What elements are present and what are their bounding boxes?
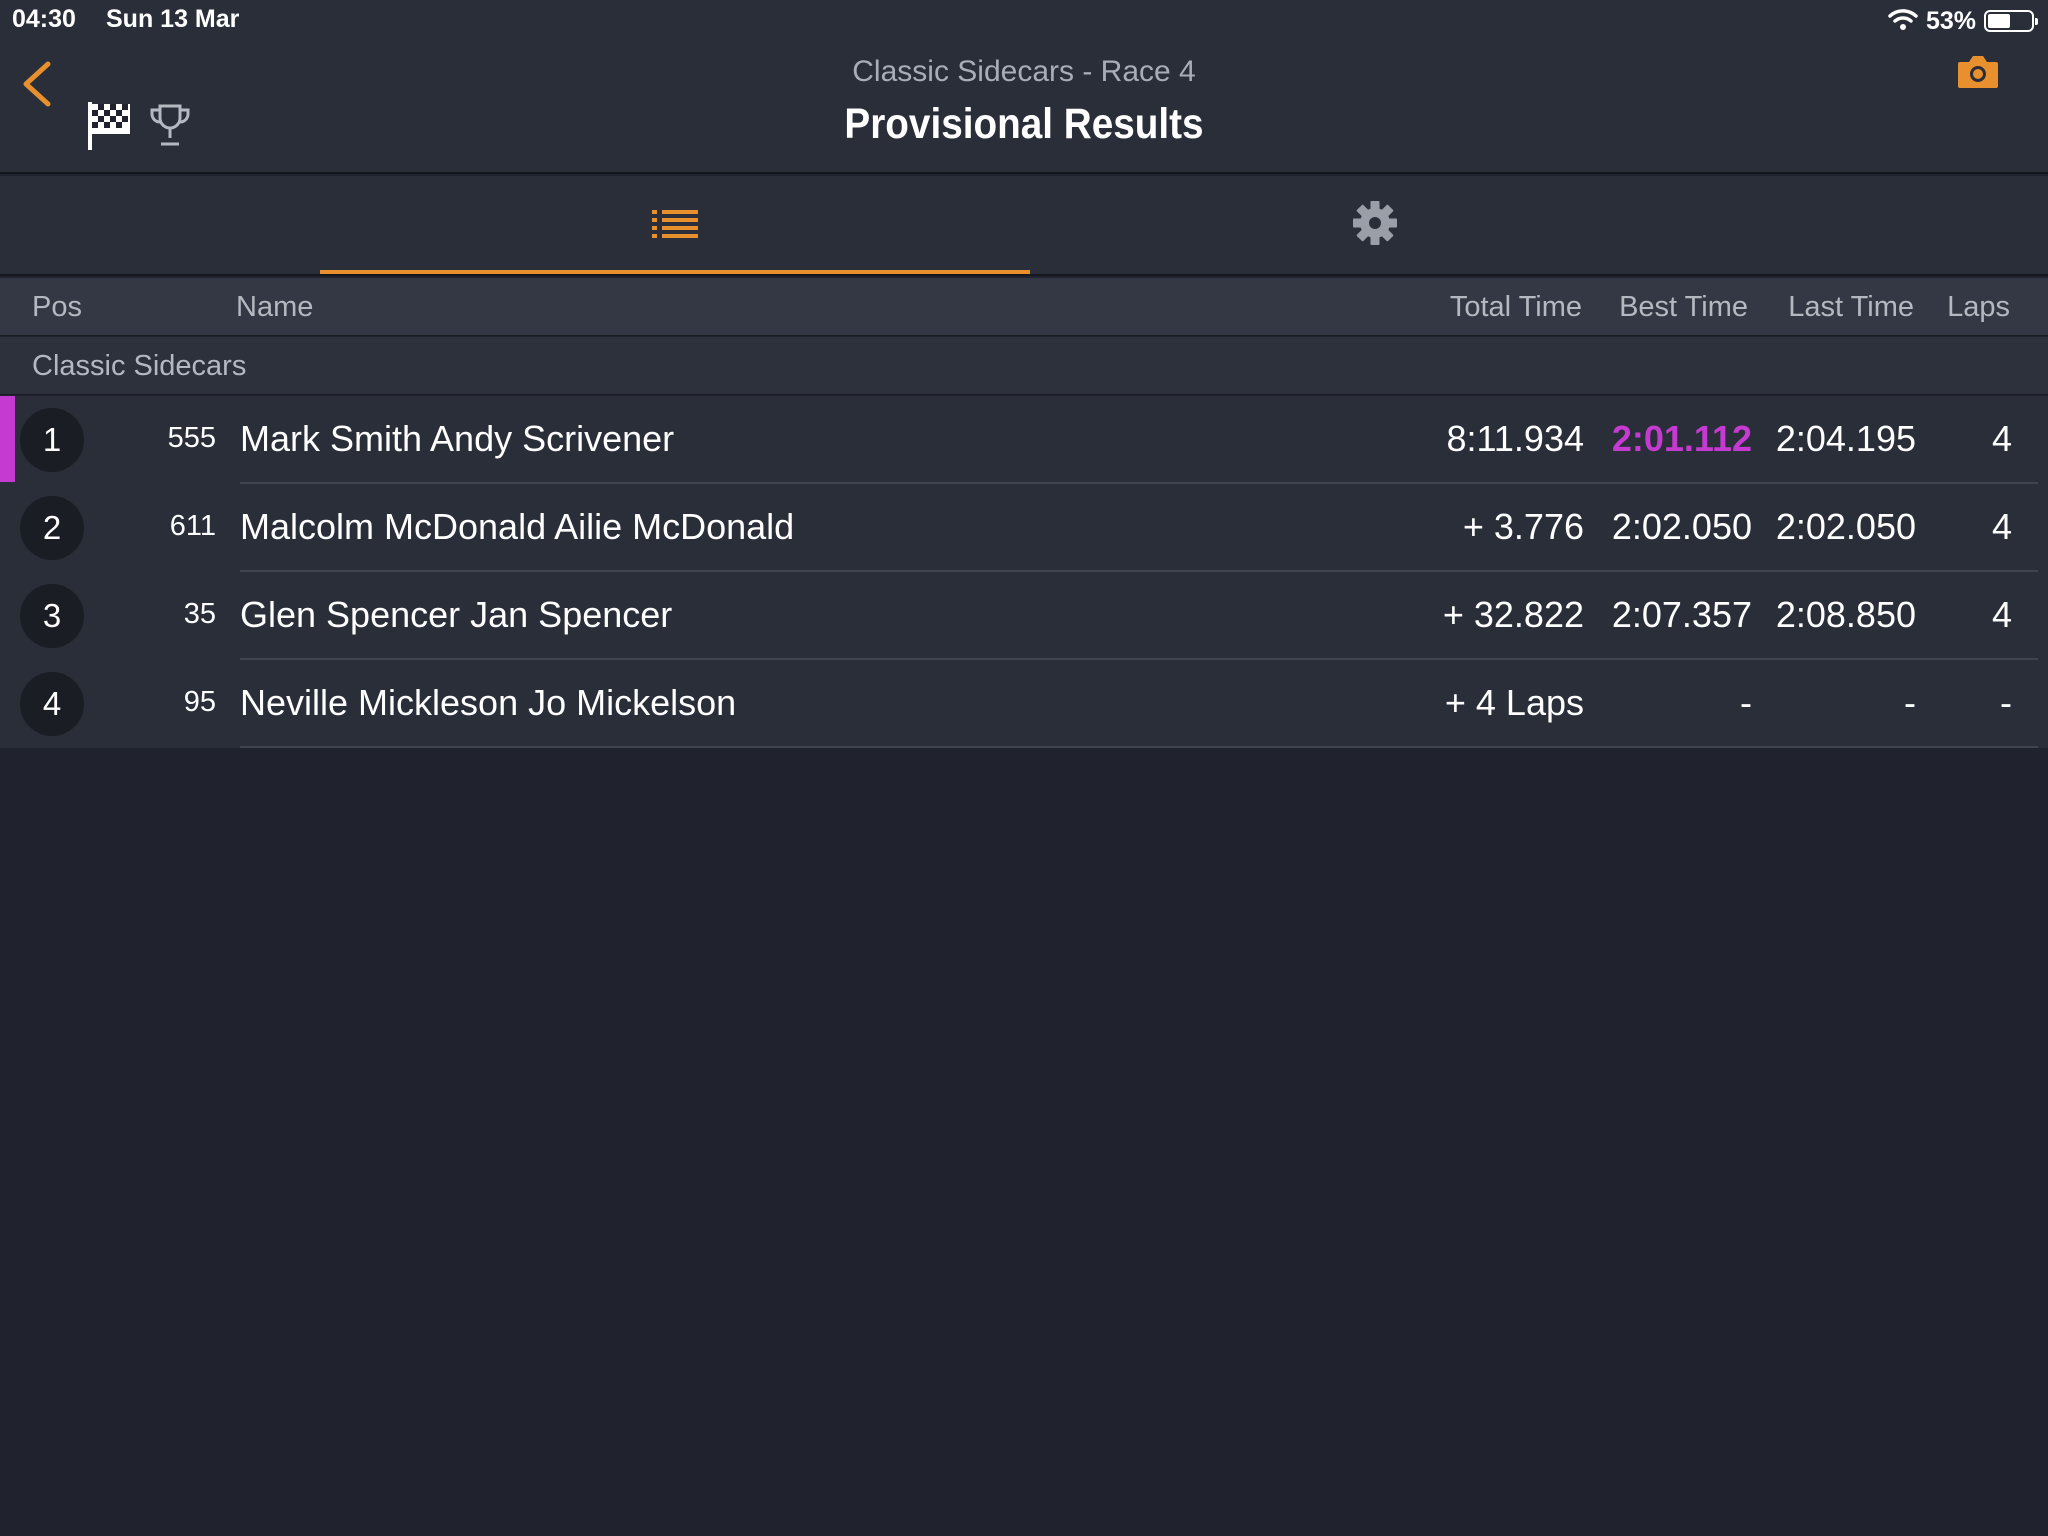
competitor-name: Glen Spencer Jan Spencer bbox=[240, 594, 673, 635]
class-group-header: Classic Sidecars bbox=[0, 337, 2048, 395]
table-row[interactable]: 2 611 Malcolm McDonald Ailie McDonald + … bbox=[0, 484, 2048, 572]
laps-count: - bbox=[2000, 682, 2012, 723]
column-header-last-time[interactable]: Last Time bbox=[1788, 291, 1914, 324]
table-row[interactable]: 1 555 Mark Smith Andy Scrivener 8:11.934… bbox=[0, 396, 2048, 484]
total-time: 8:11.934 bbox=[1446, 418, 1584, 459]
position-badge: 4 bbox=[20, 672, 84, 736]
status-date: Sun 13 Mar bbox=[106, 5, 240, 33]
table-row[interactable]: 3 35 Glen Spencer Jan Spencer + 32.822 2… bbox=[0, 572, 2048, 660]
screenshot-button[interactable] bbox=[1956, 52, 2000, 90]
competitor-number: 611 bbox=[169, 510, 216, 542]
position-badge: 2 bbox=[20, 496, 84, 560]
camera-icon bbox=[1956, 56, 2000, 94]
class-group-label: Classic Sidecars bbox=[32, 350, 247, 382]
total-time: + 4 Laps bbox=[1444, 682, 1584, 723]
competitor-name: Malcolm McDonald Ailie McDonald bbox=[240, 506, 795, 547]
race-subtitle: Classic Sidecars - Race 4 bbox=[852, 55, 1196, 88]
results-column-headers: Pos Name Total Time Best Time Last Time … bbox=[0, 278, 2048, 336]
column-header-pos[interactable]: Pos bbox=[32, 291, 82, 324]
column-header-name[interactable]: Name bbox=[236, 291, 313, 324]
competitor-name: Mark Smith Andy Scrivener bbox=[240, 418, 675, 459]
laps-count: 4 bbox=[1991, 506, 2012, 547]
best-time: 2:01.112 bbox=[1611, 418, 1752, 459]
fastest-lap-marker bbox=[0, 396, 15, 482]
laps-count: 4 bbox=[1991, 594, 2012, 635]
battery-level bbox=[1988, 14, 2011, 28]
total-time: + 32.822 bbox=[1442, 594, 1584, 635]
competitor-number: 35 bbox=[183, 598, 216, 630]
total-time: + 3.776 bbox=[1462, 506, 1584, 547]
last-time: 2:02.050 bbox=[1775, 506, 1916, 547]
best-time: - bbox=[1740, 682, 1752, 723]
column-header-laps[interactable]: Laps bbox=[1947, 291, 2010, 324]
best-time: 2:07.357 bbox=[1611, 594, 1752, 635]
status-indicators: 53% bbox=[1888, 4, 2038, 38]
competitor-number: 555 bbox=[167, 422, 216, 454]
tab-bar bbox=[0, 176, 2048, 276]
tab-settings[interactable] bbox=[1030, 176, 1720, 274]
wifi-icon bbox=[1888, 8, 1918, 35]
last-time: - bbox=[1904, 682, 1916, 723]
competitor-name: Neville Mickleson Jo Mickelson bbox=[240, 682, 737, 723]
active-tab-indicator bbox=[320, 270, 1030, 274]
navigation-header: 04:30 Sun 13 Mar 53% Classic Sidecars - … bbox=[0, 0, 2048, 174]
chevron-left-icon bbox=[16, 61, 60, 116]
last-time: 2:08.850 bbox=[1775, 594, 1916, 635]
page-title: Provisional Results bbox=[844, 100, 1204, 148]
tab-results-list[interactable] bbox=[320, 176, 1030, 274]
laps-count: 4 bbox=[1991, 418, 2012, 459]
last-time: 2:04.195 bbox=[1775, 418, 1916, 459]
position-badge: 1 bbox=[20, 408, 84, 472]
status-time: 04:30 bbox=[12, 5, 76, 33]
gear-icon bbox=[1352, 200, 1398, 251]
battery-icon bbox=[1984, 10, 2038, 32]
column-header-total-time[interactable]: Total Time bbox=[1450, 291, 1582, 324]
table-row[interactable]: 4 95 Neville Mickleson Jo Mickelson + 4 … bbox=[0, 660, 2048, 748]
column-header-best-time[interactable]: Best Time bbox=[1619, 291, 1748, 324]
best-time: 2:02.050 bbox=[1611, 506, 1752, 547]
competitor-number: 95 bbox=[183, 686, 216, 718]
position-badge: 3 bbox=[20, 584, 84, 648]
list-icon bbox=[650, 206, 700, 245]
row-divider bbox=[240, 746, 2038, 748]
battery-percentage: 53% bbox=[1925, 6, 1976, 35]
